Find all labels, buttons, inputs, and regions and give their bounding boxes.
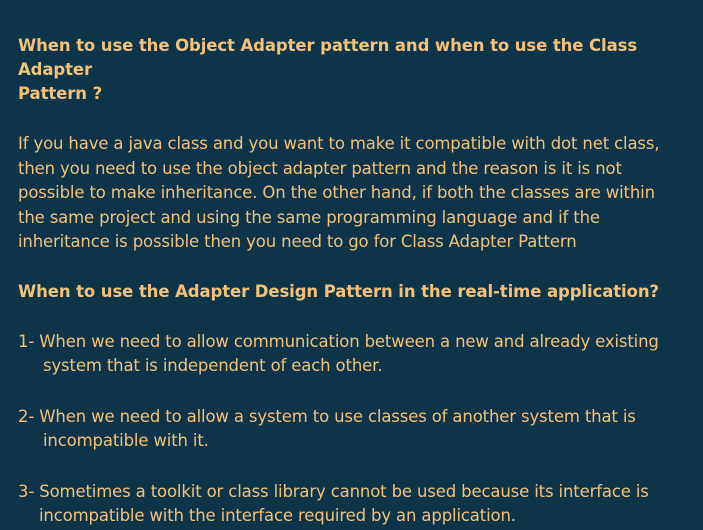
list-item: 2- When we need to allow a system to use… — [18, 405, 685, 454]
list-item: 1- When we need to allow communication b… — [18, 330, 685, 379]
heading-line: Pattern ? — [18, 84, 103, 103]
explanation-paragraph: If you have a java class and you want to… — [18, 132, 685, 255]
article-content: When to use the Object Adapter pattern a… — [0, 0, 703, 530]
paragraph-line: possible to make inheritance. On the oth… — [18, 183, 655, 202]
paragraph-line: then you need to use the object adapter … — [18, 158, 622, 178]
list-item-continuation: incompatible with the interface required… — [39, 506, 516, 525]
list-item: 3- Sometimes a toolkit or class library … — [18, 480, 685, 529]
paragraph-line: the same project and using the same prog… — [18, 207, 600, 227]
list-item-line: 1- When we need to allow communication b… — [18, 331, 659, 351]
list-item-line: 3- Sometimes a toolkit or class library … — [18, 481, 649, 501]
heading-line: When to use the Object Adapter pattern a… — [18, 36, 638, 79]
section-heading-object-vs-class-adapter: When to use the Object Adapter pattern a… — [18, 34, 685, 106]
list-item-continuation: system that is independent of each other… — [43, 356, 383, 375]
paragraph-line: If you have a java class and you want to… — [18, 134, 660, 153]
list-item-continuation: incompatible with it. — [43, 431, 209, 450]
list-item-line: 2- When we need to allow a system to use… — [18, 406, 636, 426]
paragraph-line: inheritance is possible then you need to… — [18, 232, 577, 251]
section-heading-real-time-usage: When to use the Adapter Design Pattern i… — [18, 281, 659, 301]
